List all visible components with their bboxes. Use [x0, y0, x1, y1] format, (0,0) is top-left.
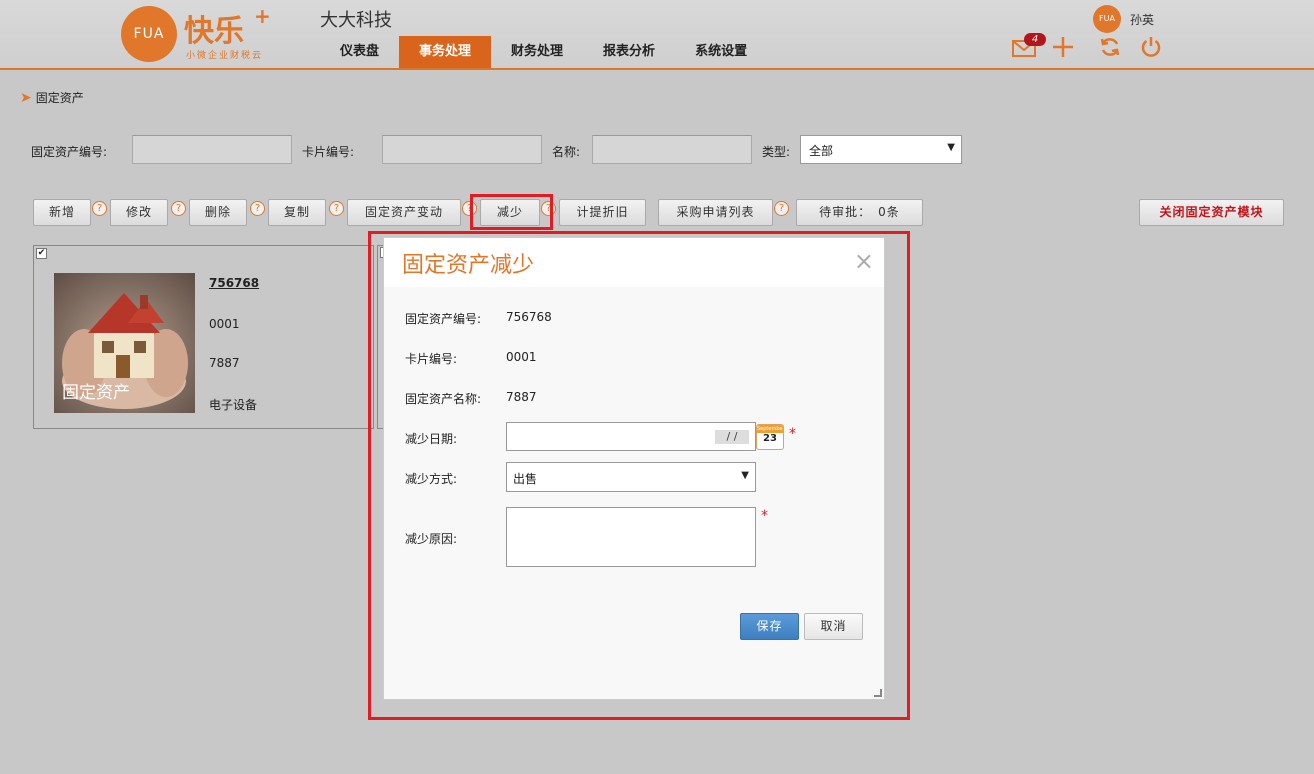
- search-row: 固定资产编号: 卡片编号: 名称: 类型: 全部 ▼: [0, 135, 1314, 165]
- asset-thumbnail-label: 固定资产: [62, 383, 130, 403]
- logo-plus: +: [254, 4, 271, 28]
- asset-card-no: 0001: [209, 317, 240, 331]
- nav-finance[interactable]: 财务处理: [491, 36, 583, 68]
- asset-no-input[interactable]: [132, 135, 292, 164]
- copy-button[interactable]: 复制: [268, 199, 326, 226]
- nav-settings[interactable]: 系统设置: [675, 36, 767, 68]
- reduce-asset-dialog: 固定资产减少 × 固定资产编号: 756768 卡片编号: 0001 固定资产名…: [383, 237, 885, 700]
- main-nav: 仪表盘 事务处理 财务处理 报表分析 系统设置: [320, 36, 767, 68]
- resize-handle[interactable]: [874, 689, 882, 697]
- type-select-value: 全部: [809, 144, 834, 158]
- reduce-date-label: 减少日期:: [405, 432, 458, 446]
- chevron-down-icon: ▼: [741, 470, 749, 481]
- asset-card[interactable]: ✔ 固定资产 756768 0001 7887 电子设备: [33, 245, 374, 429]
- delete-button[interactable]: 删除: [189, 199, 247, 226]
- reduce-date-input[interactable]: / /: [506, 422, 756, 451]
- avatar[interactable]: FUA: [1093, 5, 1121, 33]
- help-icon[interactable]: ?: [92, 201, 107, 216]
- chevron-down-icon: ▼: [947, 142, 955, 153]
- reduce-method-select[interactable]: 出售 ▼: [506, 462, 756, 492]
- required-mark: *: [789, 426, 796, 442]
- refresh-icon[interactable]: [1099, 36, 1121, 64]
- pending-approval-button[interactable]: 待审批： 0条: [796, 199, 923, 226]
- type-label: 类型:: [762, 145, 791, 159]
- nav-reports[interactable]: 报表分析: [583, 36, 675, 68]
- save-button[interactable]: 保存: [740, 613, 799, 640]
- purchase-list-button[interactable]: 采购申请列表: [658, 199, 773, 226]
- dialog-header: 固定资产减少 ×: [384, 238, 884, 287]
- asset-name: 7887: [209, 356, 240, 370]
- top-header: FUA 快乐 + 小微企业财税云 大大科技 仪表盘 事务处理 财务处理 报表分析…: [0, 0, 1314, 70]
- breadcrumb: ➤ 固定资产: [20, 89, 84, 106]
- edit-button[interactable]: 修改: [110, 199, 168, 226]
- asset-change-button[interactable]: 固定资产变动: [347, 199, 461, 226]
- close-module-button[interactable]: 关闭固定资产模块: [1139, 199, 1284, 226]
- name-input[interactable]: [592, 135, 752, 164]
- add-button[interactable]: 新增: [33, 199, 91, 226]
- plus-icon[interactable]: [1052, 36, 1074, 64]
- required-mark: *: [761, 508, 768, 524]
- depreciation-button[interactable]: 计提折旧: [559, 199, 646, 226]
- toolbar: 新增 ? 修改 ? 删除 ? 复制 ? 固定资产变动 ? 减少 ? 计提折旧 采…: [0, 199, 1314, 227]
- reduce-reason-label: 减少原因:: [405, 532, 458, 546]
- card-no-label: 卡片编号:: [302, 145, 355, 159]
- reduce-reason-textarea[interactable]: [506, 507, 756, 567]
- dialog-title: 固定资产减少: [402, 253, 535, 278]
- asset-thumbnail: 固定资产: [54, 273, 195, 413]
- reduce-method-label: 减少方式:: [405, 472, 458, 486]
- calendar-icon[interactable]: September 23: [756, 424, 784, 450]
- logo-subtitle: 小微企业财税云: [186, 51, 264, 61]
- help-icon[interactable]: ?: [171, 201, 186, 216]
- logo-circle: FUA: [121, 6, 177, 62]
- reduce-button-highlight: [470, 194, 553, 230]
- name-label: 名称:: [552, 145, 581, 159]
- logo-text: 快乐: [184, 14, 244, 49]
- help-icon[interactable]: ?: [329, 201, 344, 216]
- nav-transactions[interactable]: 事务处理: [399, 36, 492, 68]
- asset-name-label: 固定资产名称:: [405, 392, 482, 406]
- asset-no-label: 固定资产编号:: [31, 145, 108, 159]
- type-select[interactable]: 全部 ▼: [800, 135, 962, 164]
- asset-code-link[interactable]: 756768: [209, 276, 259, 290]
- reduce-method-value: 出售: [513, 472, 538, 486]
- cancel-button[interactable]: 取消: [804, 613, 863, 640]
- mail-count-badge: 4: [1024, 33, 1046, 46]
- card-no-input[interactable]: [382, 135, 542, 164]
- asset-name-value: 7887: [506, 390, 537, 404]
- asset-no-label: 固定资产编号:: [405, 312, 482, 326]
- close-icon[interactable]: ×: [854, 249, 874, 273]
- nav-dashboard[interactable]: 仪表盘: [320, 36, 399, 68]
- asset-no-value: 756768: [506, 310, 552, 324]
- help-icon[interactable]: ?: [774, 201, 789, 216]
- power-icon[interactable]: [1140, 36, 1162, 64]
- breadcrumb-arrow-icon: ➤: [20, 89, 32, 106]
- date-mask: / /: [715, 430, 749, 444]
- breadcrumb-current: 固定资产: [35, 91, 84, 105]
- card-no-value: 0001: [506, 350, 537, 364]
- company-name: 大大科技: [320, 10, 392, 31]
- asset-card-checkbox[interactable]: ✔: [36, 248, 47, 259]
- asset-type: 电子设备: [209, 398, 258, 412]
- user-name[interactable]: 孙英: [1130, 11, 1154, 28]
- card-no-label: 卡片编号:: [405, 352, 458, 366]
- help-icon[interactable]: ?: [250, 201, 265, 216]
